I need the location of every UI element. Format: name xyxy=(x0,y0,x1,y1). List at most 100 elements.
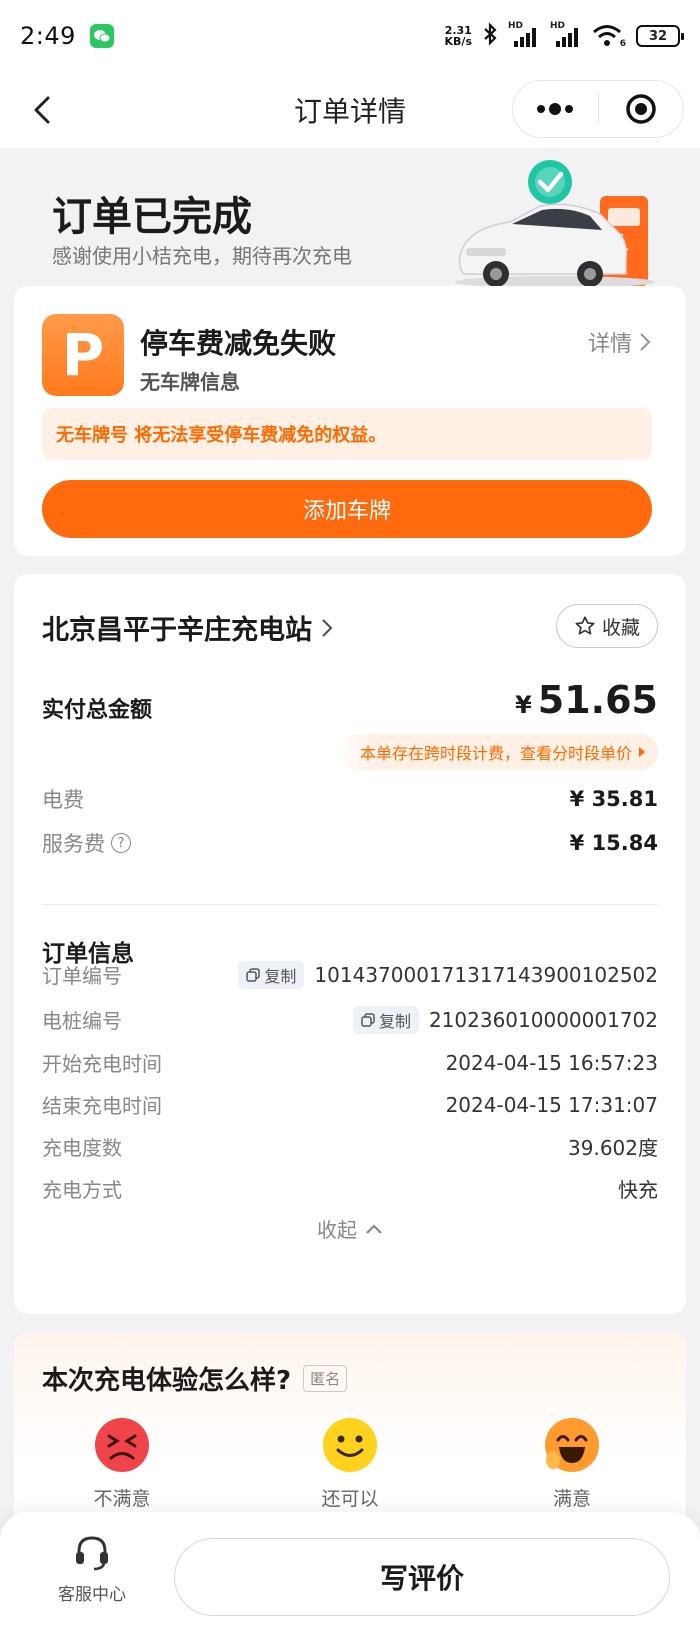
wifi-tag: 6 xyxy=(619,39,626,49)
target-close-icon xyxy=(626,94,656,124)
triangle-right-icon xyxy=(639,747,645,757)
parking-icon: P xyxy=(42,314,124,396)
miniprogram-capsule xyxy=(512,80,684,138)
charge-mode-row: 充电方式 快充 xyxy=(42,1174,658,1203)
service-fee-value: ¥ 15.84 xyxy=(569,831,658,855)
energy-row: 充电度数 39.602度 xyxy=(42,1132,658,1161)
start-time-value: 2024-04-15 16:57:23 xyxy=(445,1050,658,1075)
star-icon xyxy=(575,616,595,635)
parking-fee-card: P 停车费减免失败 无车牌信息 详情 无车牌号 将无法享受停车费减免的权益。 添… xyxy=(14,286,686,556)
order-number-value: 101437000171317143900102502 xyxy=(314,962,658,987)
end-time-label: 结束充电时间 xyxy=(42,1094,162,1118)
station-name: 北京昌平于辛庄充电站 xyxy=(42,615,312,646)
car-charging-illustration xyxy=(455,160,655,288)
more-menu-button[interactable] xyxy=(513,81,598,137)
tiered-pricing-link[interactable]: 本单存在跨时段计费，查看分时段单价 xyxy=(337,734,658,770)
charge-mode-label: 充电方式 xyxy=(42,1178,122,1202)
chevron-right-icon xyxy=(640,333,651,351)
help-icon[interactable]: ? xyxy=(111,833,131,853)
nav-bar: 订单详情 xyxy=(0,72,700,148)
total-amount-label: 实付总金额 xyxy=(42,698,153,723)
electricity-fee-label: 电费 xyxy=(42,788,84,812)
order-status-subtitle: 感谢使用小桔充电，期待再次充电 xyxy=(52,244,352,268)
wechat-icon xyxy=(89,24,114,48)
favorite-label: 收藏 xyxy=(601,616,640,639)
parking-detail-label: 详情 xyxy=(587,332,632,357)
total-amount: ¥ 51.65 xyxy=(515,678,658,722)
copy-label: 复制 xyxy=(378,1011,411,1031)
rating-option-okay[interactable]: 还可以 xyxy=(290,1416,410,1511)
charge-mode-value: 快充 xyxy=(618,1178,658,1202)
collapse-label: 收起 xyxy=(317,1218,357,1242)
copy-pile-number-button[interactable]: 复制 xyxy=(352,1005,419,1034)
electricity-fee-value: ¥ 35.81 xyxy=(569,787,658,811)
rating-title-row: 本次充电体验怎么样? 匿名 xyxy=(42,1360,348,1397)
chevron-up-icon xyxy=(366,1223,382,1234)
order-status-hero: 订单已完成 感谢使用小桔充电，期待再次充电 xyxy=(0,148,700,288)
electricity-fee-row: 电费 ¥ 35.81 xyxy=(42,784,658,814)
pile-number-value: 210236010000001702 xyxy=(428,1007,658,1032)
add-plate-button[interactable]: 添加车牌 xyxy=(42,480,652,538)
rating-label-unsatisfied: 不满意 xyxy=(93,1488,151,1510)
back-button[interactable] xyxy=(26,90,62,130)
energy-value: 39.602度 xyxy=(568,1136,658,1160)
copy-icon xyxy=(361,1012,375,1027)
order-number-row: 订单编号 复制 101437000171317143900102502 xyxy=(42,960,658,989)
headset-icon xyxy=(76,1536,108,1571)
net-speed: 2.31 KB/s xyxy=(445,25,472,47)
copy-icon xyxy=(246,967,261,982)
status-time: 2:49 xyxy=(20,22,76,50)
pile-number-row: 电桩编号 复制 210236010000001702 xyxy=(42,1005,658,1034)
net-speed-unit: KB/s xyxy=(444,35,472,48)
section-divider xyxy=(42,904,658,905)
customer-service-button[interactable]: 客服中心 xyxy=(40,1532,144,1605)
end-time-row: 结束充电时间 2024-04-15 17:31:07 xyxy=(42,1090,658,1119)
order-detail-card: 北京昌平于辛庄充电站 收藏 实付总金额 ¥ 51.65 本单存在跨时段计费，查看… xyxy=(14,574,686,1314)
rating-label-satisfied: 满意 xyxy=(552,1488,591,1510)
smile-face-icon xyxy=(323,1418,377,1472)
status-indicators: 2.31 KB/s HD HD 6 32 xyxy=(445,21,684,50)
start-time-label: 开始充电时间 xyxy=(42,1052,162,1076)
status-bar: 2:49 2.31 KB/s HD HD 6 32 xyxy=(0,0,700,72)
wifi-icon: 6 xyxy=(592,23,626,49)
frown-face-icon xyxy=(95,1418,149,1472)
anonymous-tag: 匿名 xyxy=(303,1365,348,1392)
page-title: 订单详情 xyxy=(293,95,406,128)
collapse-button[interactable]: 收起 xyxy=(14,1214,686,1243)
grin-face-icon xyxy=(545,1418,599,1472)
more-dots-icon xyxy=(537,103,574,115)
copy-label: 复制 xyxy=(264,966,297,986)
end-time-value: 2024-04-15 17:31:07 xyxy=(445,1092,658,1117)
signal-tag-2: HD xyxy=(550,21,566,31)
bottom-action-bar: 客服中心 写评价 xyxy=(0,1512,700,1633)
write-review-button[interactable]: 写评价 xyxy=(174,1538,670,1616)
order-status-title: 订单已完成 xyxy=(52,194,252,240)
favorite-button[interactable]: 收藏 xyxy=(556,604,658,648)
tiered-pricing-text: 本单存在跨时段计费，查看分时段单价 xyxy=(359,744,632,763)
currency-symbol: ¥ xyxy=(515,691,532,719)
order-number-label: 订单编号 xyxy=(42,964,122,988)
chevron-right-icon xyxy=(322,618,333,637)
battery-indicator: 32 xyxy=(636,25,684,47)
rating-option-unsatisfied[interactable]: 不满意 xyxy=(62,1416,182,1511)
pile-number-label: 电桩编号 xyxy=(42,1009,122,1033)
signal-tag-1: HD xyxy=(508,21,524,31)
energy-label: 充电度数 xyxy=(42,1136,122,1160)
copy-order-number-button[interactable]: 复制 xyxy=(238,960,305,989)
parking-status-subtitle: 无车牌信息 xyxy=(140,370,240,394)
service-fee-label: 服务费 xyxy=(42,832,105,856)
station-name-link[interactable]: 北京昌平于辛庄充电站 xyxy=(42,608,334,647)
customer-service-label: 客服中心 xyxy=(58,1585,126,1605)
bluetooth-icon xyxy=(482,22,498,50)
total-amount-value: 51.65 xyxy=(537,678,658,722)
parking-detail-link[interactable]: 详情 xyxy=(588,326,652,358)
parking-warning-banner: 无车牌号 将无法享受停车费减免的权益。 xyxy=(42,408,652,460)
signal-icon-2: HD xyxy=(550,21,582,49)
rating-label-okay: 还可以 xyxy=(321,1488,379,1510)
rating-option-satisfied[interactable]: 满意 xyxy=(512,1416,632,1511)
close-miniprogram-button[interactable] xyxy=(599,81,684,137)
signal-icon-1: HD xyxy=(508,21,540,49)
service-fee-row: 服务费 ? ¥ 15.84 xyxy=(42,828,658,858)
start-time-row: 开始充电时间 2024-04-15 16:57:23 xyxy=(42,1048,658,1077)
rating-title: 本次充电体验怎么样? xyxy=(42,1366,292,1396)
